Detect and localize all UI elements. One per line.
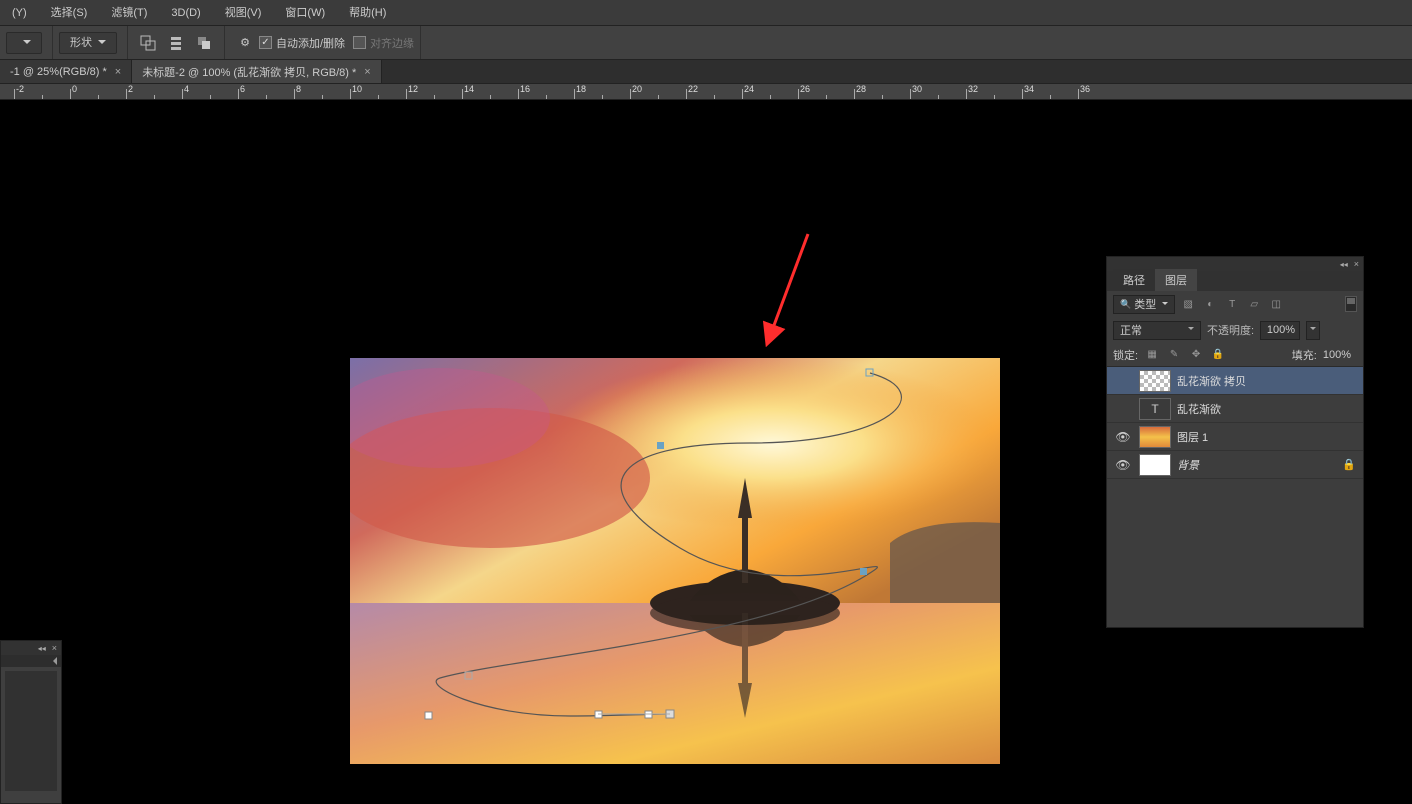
panel-flyout-toggle[interactable] (1, 655, 61, 667)
lock-label: 锁定: (1113, 347, 1138, 363)
menu-item[interactable]: 滤镜(T) (99, 0, 159, 26)
layer-name[interactable]: 背景 (1177, 457, 1341, 473)
doc-tab[interactable]: 未标题-2 @ 100% (乱花渐欲 拷贝, RGB/8) * × (132, 60, 382, 83)
close-icon[interactable]: × (115, 66, 121, 78)
layer-name[interactable]: 乱花渐欲 拷贝 (1177, 373, 1341, 389)
doc-tab[interactable]: -1 @ 25%(RGB/8) * × (0, 60, 132, 83)
filter-type-dropdown[interactable]: 类型 (1113, 295, 1175, 314)
ruler-label: 34 (1024, 84, 1034, 94)
ruler-label: 36 (1080, 84, 1090, 94)
path-combine-icon[interactable] (137, 32, 159, 54)
layer-thumbnail[interactable]: T (1139, 398, 1171, 420)
layer-name[interactable]: 图层 1 (1177, 429, 1341, 445)
ruler-label: 14 (464, 84, 474, 94)
menu-item[interactable]: (Y) (0, 0, 39, 26)
options-bar: 形状 ⚙ 自动添加/删除 对齐边缘 (0, 26, 1412, 60)
align-edges-label: 对齐边缘 (370, 35, 414, 51)
annotation-arrow (760, 228, 820, 348)
menu-bar: (Y) 选择(S) 滤镜(T) 3D(D) 视图(V) 窗口(W) 帮助(H) (0, 0, 1412, 26)
blend-mode-dropdown[interactable]: 正常 (1113, 321, 1201, 340)
panel-body (5, 671, 57, 791)
gear-icon[interactable]: ⚙ (234, 32, 256, 54)
lock-all-icon[interactable]: 🔒 (1210, 349, 1226, 360)
ruler-label: 20 (632, 84, 642, 94)
collapse-icon[interactable]: ◂◂ (38, 644, 46, 653)
visibility-toggle[interactable]: 👁 (1113, 458, 1133, 472)
filter-adjust-icon[interactable]: ◐ (1201, 296, 1219, 312)
close-icon[interactable]: × (52, 643, 57, 653)
document-tabs: -1 @ 25%(RGB/8) * × 未标题-2 @ 100% (乱花渐欲 拷… (0, 60, 1412, 84)
ruler-label: 6 (240, 84, 245, 94)
path-arrange-icon[interactable] (193, 32, 215, 54)
layer-row[interactable]: 👁 图层 1 (1107, 423, 1363, 451)
align-edges-checkbox[interactable] (353, 36, 366, 49)
layer-row[interactable]: 乱花渐欲 拷贝 (1107, 367, 1363, 395)
filter-smart-icon[interactable]: ◫ (1267, 296, 1285, 312)
layer-name[interactable]: 乱花渐欲 (1177, 401, 1341, 417)
collapsed-panel: ◂◂ × (0, 640, 62, 804)
opacity-value[interactable]: 100% (1260, 321, 1300, 340)
ruler-label: 2 (128, 84, 133, 94)
opacity-stepper[interactable] (1306, 321, 1320, 340)
ruler-label: 8 (296, 84, 301, 94)
filter-pixel-icon[interactable]: ▧ (1179, 296, 1197, 312)
ruler-label: 22 (688, 84, 698, 94)
fill-label: 填充: (1292, 347, 1317, 363)
opacity-label: 不透明度: (1207, 322, 1254, 338)
layers-panel: ◂◂ × 路径 图层 类型 ▧ ◐ T ▱ ◫ 正常 不透明度: 100% 锁定… (1106, 256, 1364, 628)
fill-value[interactable]: 100% (1323, 349, 1351, 361)
blend-opacity-row: 正常 不透明度: 100% (1107, 317, 1363, 343)
ruler-label: 18 (576, 84, 586, 94)
menu-item[interactable]: 3D(D) (159, 0, 212, 26)
lock-fill-row: 锁定: ▦ ✎ ✥ 🔒 填充: 100% (1107, 343, 1363, 367)
ruler-label: 0 (72, 84, 77, 94)
tool-mode-dropdown[interactable]: 形状 (59, 32, 117, 54)
layer-thumbnail[interactable] (1139, 454, 1171, 476)
ruler-label: 32 (968, 84, 978, 94)
tab-paths[interactable]: 路径 (1113, 269, 1155, 291)
doc-tab-label: -1 @ 25%(RGB/8) * (10, 66, 107, 78)
ruler-label: 30 (912, 84, 922, 94)
ruler-label: 26 (800, 84, 810, 94)
close-icon[interactable]: × (1354, 259, 1359, 269)
lock-transparent-icon[interactable]: ▦ (1144, 349, 1160, 360)
menu-item[interactable]: 选择(S) (39, 0, 100, 26)
canvas-image (350, 358, 1000, 764)
ruler-label: 4 (184, 84, 189, 94)
ruler-label: -2 (16, 84, 24, 94)
filter-toggle[interactable] (1345, 296, 1357, 312)
path-align-icon[interactable] (165, 32, 187, 54)
collapse-icon[interactable]: ◂◂ (1340, 260, 1348, 269)
layer-filter-row: 类型 ▧ ◐ T ▱ ◫ (1107, 291, 1363, 317)
layer-thumbnail[interactable] (1139, 370, 1171, 392)
doc-tab-label: 未标题-2 @ 100% (乱花渐欲 拷贝, RGB/8) * (142, 64, 356, 80)
ruler-label: 10 (352, 84, 362, 94)
lock-icon: 🔒 (1341, 458, 1357, 471)
menu-item[interactable]: 窗口(W) (273, 0, 337, 26)
menu-item[interactable]: 视图(V) (213, 0, 274, 26)
menu-item[interactable]: 帮助(H) (337, 0, 398, 26)
ruler-label: 16 (520, 84, 530, 94)
tool-preset-dropdown[interactable] (6, 32, 42, 54)
layer-row[interactable]: 👁 背景🔒 (1107, 451, 1363, 479)
filter-shape-icon[interactable]: ▱ (1245, 296, 1263, 312)
ruler-label: 24 (744, 84, 754, 94)
tab-layers[interactable]: 图层 (1155, 269, 1197, 291)
layer-row[interactable]: T 乱花渐欲 (1107, 395, 1363, 423)
horizontal-ruler[interactable]: -2024681012141618202224262830323436 (0, 84, 1412, 100)
filter-text-icon[interactable]: T (1223, 296, 1241, 312)
auto-add-delete-label: 自动添加/删除 (276, 35, 345, 51)
panel-tabs: 路径 图层 (1107, 271, 1363, 291)
panel-header[interactable]: ◂◂ × (1, 641, 61, 655)
lock-image-icon[interactable]: ✎ (1166, 349, 1182, 360)
close-icon[interactable]: × (364, 66, 370, 78)
ruler-label: 12 (408, 84, 418, 94)
layer-list: 乱花渐欲 拷贝 T 乱花渐欲 👁 图层 1 👁 背景🔒 (1107, 367, 1363, 627)
lock-position-icon[interactable]: ✥ (1188, 349, 1204, 360)
ruler-label: 28 (856, 84, 866, 94)
visibility-toggle[interactable]: 👁 (1113, 430, 1133, 444)
auto-add-delete-checkbox[interactable] (259, 36, 272, 49)
layer-thumbnail[interactable] (1139, 426, 1171, 448)
